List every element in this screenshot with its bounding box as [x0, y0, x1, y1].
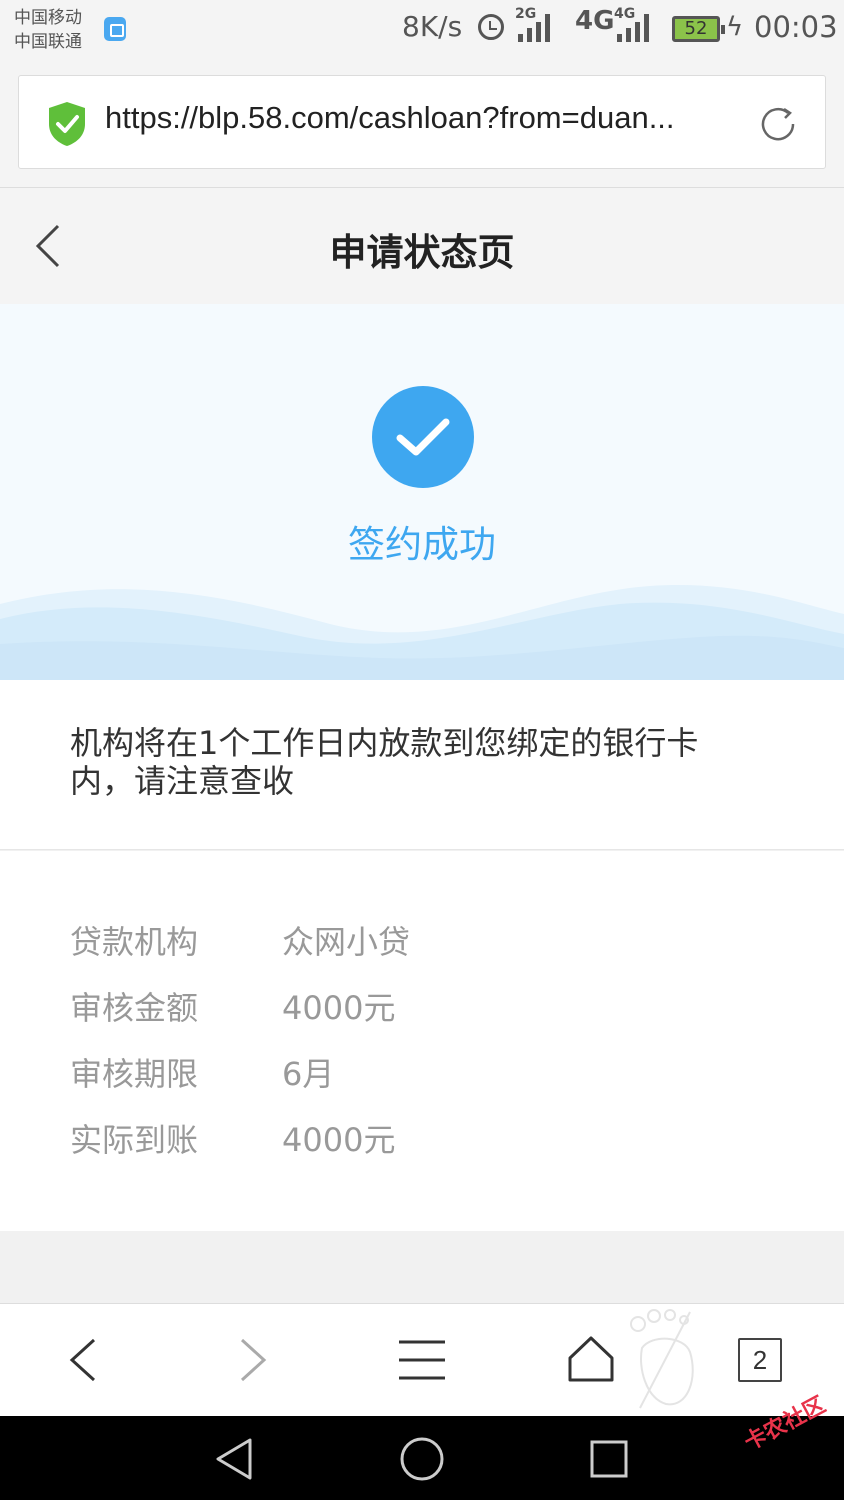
detail-row-lender: 贷款机构 众网小贷 — [70, 917, 770, 967]
browser-menu-icon[interactable] — [392, 1304, 452, 1417]
net-4g-large-label: 4G — [575, 6, 615, 36]
footprint-watermark-icon — [630, 1309, 694, 1409]
address-bar[interactable]: https://blp.58.com/cashloan?from=duan... — [18, 75, 826, 169]
notice-line-2: 内，请注意查收 — [70, 762, 295, 800]
browser-toolbar: 2 — [0, 1303, 844, 1416]
charging-icon: ϟ — [726, 12, 744, 42]
status-hero: 签约成功 — [0, 304, 844, 680]
system-back-icon[interactable] — [210, 1434, 260, 1484]
notice-line-1: 机构将在1个工作日内放款到您绑定的银行卡 — [70, 724, 699, 762]
browser-home-icon[interactable] — [560, 1304, 622, 1417]
sim-icon — [104, 17, 126, 41]
detail-row-approved-amount: 审核金额 4000元 — [70, 983, 770, 1033]
page-bottom-spacer — [0, 1231, 844, 1303]
system-home-icon[interactable] — [397, 1434, 447, 1484]
system-nav-bar — [0, 1416, 844, 1500]
detail-value: 4000元 — [282, 1121, 396, 1159]
detail-label: 审核期限 — [70, 1055, 199, 1093]
clock: 00:03 — [754, 10, 838, 44]
browser-back-icon[interactable] — [54, 1304, 114, 1417]
status-bar: 中国移动 中国联通 8K/s 2G 4G 4G 52 ϟ 00:03 — [0, 0, 844, 60]
status-text: 签约成功 — [348, 523, 496, 566]
security-shield-icon — [49, 102, 85, 146]
page-header: 申请状态页 — [0, 188, 844, 304]
detail-value: 众网小贷 — [282, 923, 411, 961]
success-check-icon — [372, 386, 474, 488]
network-speed: 8K/s — [402, 10, 463, 43]
address-bar-area: https://blp.58.com/cashloan?from=duan... — [0, 60, 844, 188]
tabs-count-button[interactable]: 2 — [738, 1338, 782, 1382]
carrier-2: 中国联通 — [14, 32, 82, 52]
detail-row-term: 审核期限 6月 — [70, 1049, 770, 1099]
signal-icon-1 — [518, 14, 554, 42]
detail-label: 贷款机构 — [70, 923, 199, 961]
alarm-icon — [478, 14, 504, 40]
browser-forward-icon[interactable] — [222, 1304, 282, 1417]
detail-value: 4000元 — [282, 989, 396, 1027]
notice-text: 机构将在1个工作日内放款到您绑定的银行卡 内，请注意查收 — [70, 724, 730, 800]
page-title: 申请状态页 — [329, 231, 515, 274]
notice-section: 机构将在1个工作日内放款到您绑定的银行卡 内，请注意查收 — [0, 680, 844, 850]
url-text[interactable]: https://blp.58.com/cashloan?from=duan... — [105, 100, 725, 136]
wave-decoration — [0, 585, 844, 680]
carrier-names: 中国移动 中国联通 — [14, 6, 82, 54]
detail-value: 6月 — [282, 1055, 335, 1093]
loan-details: 贷款机构 众网小贷 审核金额 4000元 审核期限 6月 实际到账 4000元 — [0, 851, 844, 1231]
detail-row-received: 实际到账 4000元 — [70, 1115, 770, 1165]
detail-label: 实际到账 — [70, 1121, 199, 1159]
battery-icon: 52 — [672, 16, 725, 42]
system-recents-icon[interactable] — [584, 1434, 634, 1484]
reload-icon[interactable] — [757, 103, 799, 145]
detail-label: 审核金额 — [70, 989, 199, 1027]
signal-icon-2 — [617, 14, 653, 42]
battery-level: 52 — [684, 18, 708, 39]
carrier-1: 中国移动 — [14, 8, 82, 28]
